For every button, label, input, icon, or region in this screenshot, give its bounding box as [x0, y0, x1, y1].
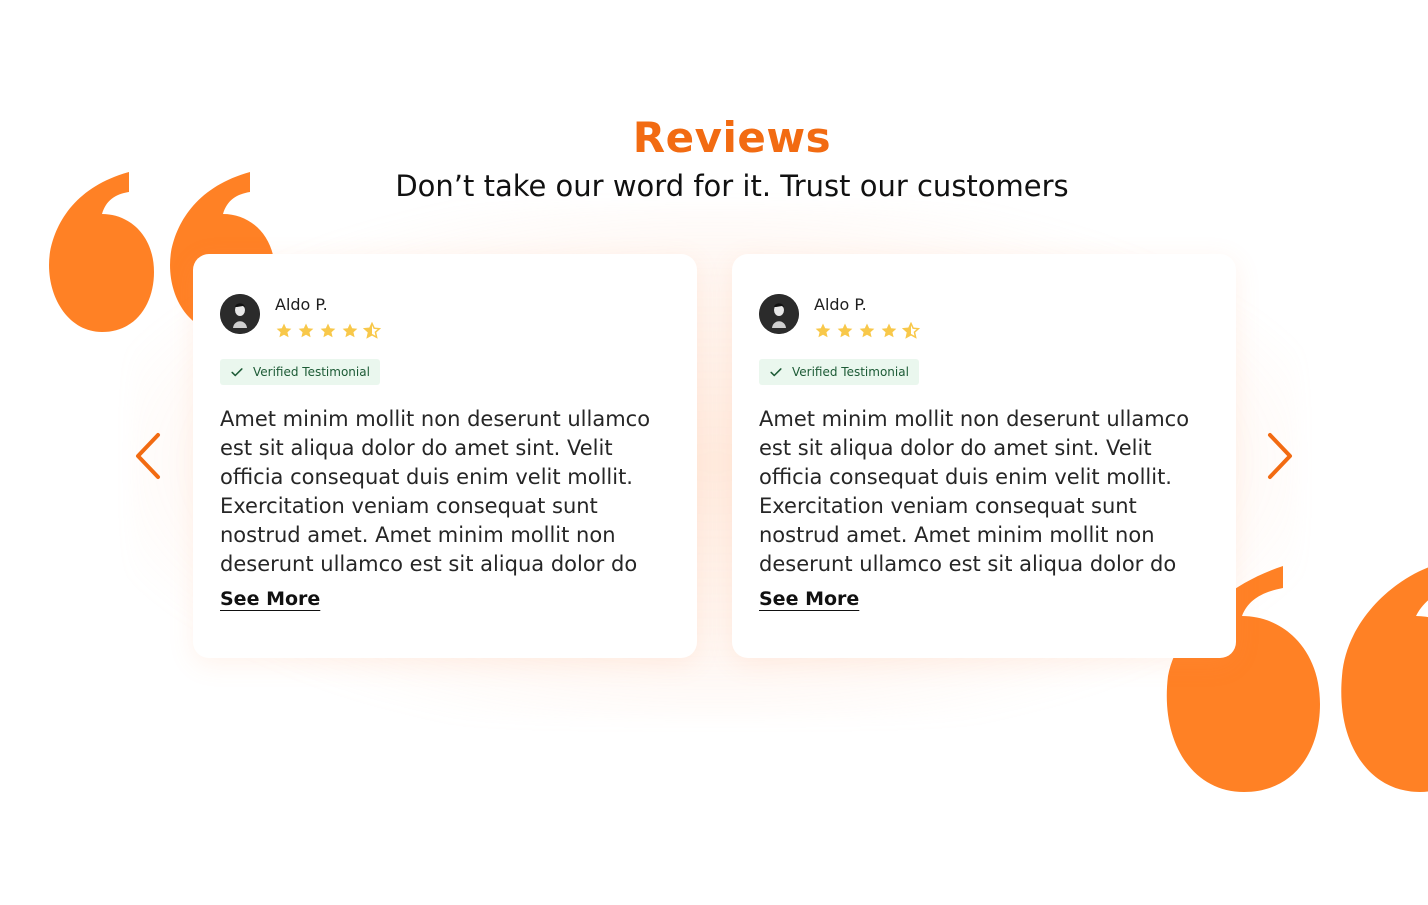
star-icon: [342, 323, 358, 338]
review-card: Aldo P. Verified Testimonial Amet minim …: [732, 254, 1236, 658]
chevron-right-icon[interactable]: [1265, 432, 1295, 480]
author-name: Aldo P.: [275, 295, 328, 314]
verified-badge-label: Verified Testimonial: [253, 365, 370, 379]
page-subtitle: Don’t take our word for it. Trust our cu…: [395, 169, 1069, 203]
review-card: Aldo P. Verified Testimonial Amet minim …: [193, 254, 697, 658]
star-icon: [276, 323, 292, 338]
half-star-icon: [363, 322, 381, 339]
avatar: [220, 294, 260, 334]
review-text: Amet minim mollit non deserunt ullamco e…: [759, 407, 1190, 576]
star-icon: [815, 323, 831, 338]
review-author: Aldo P.: [220, 294, 670, 340]
author-name: Aldo P.: [814, 295, 867, 314]
see-more-link[interactable]: See More: [759, 588, 859, 610]
star-icon: [837, 323, 853, 338]
verified-badge: Verified Testimonial: [220, 359, 380, 385]
avatar: [759, 294, 799, 334]
check-icon: [770, 368, 782, 377]
star-icon: [298, 323, 314, 338]
see-more-link[interactable]: See More: [220, 588, 320, 610]
review-author: Aldo P.: [759, 294, 1209, 340]
check-icon: [231, 368, 243, 377]
star-icon: [881, 323, 897, 338]
star-icon: [320, 323, 336, 338]
verified-badge: Verified Testimonial: [759, 359, 919, 385]
review-text: Amet minim mollit non deserunt ullamco e…: [220, 407, 651, 576]
chevron-left-icon[interactable]: [133, 432, 163, 480]
verified-badge-label: Verified Testimonial: [792, 365, 909, 379]
star-icon: [859, 323, 875, 338]
half-star-icon: [902, 322, 920, 339]
page-title: Reviews: [632, 113, 832, 162]
star-rating: [275, 322, 381, 340]
star-rating: [814, 322, 920, 340]
